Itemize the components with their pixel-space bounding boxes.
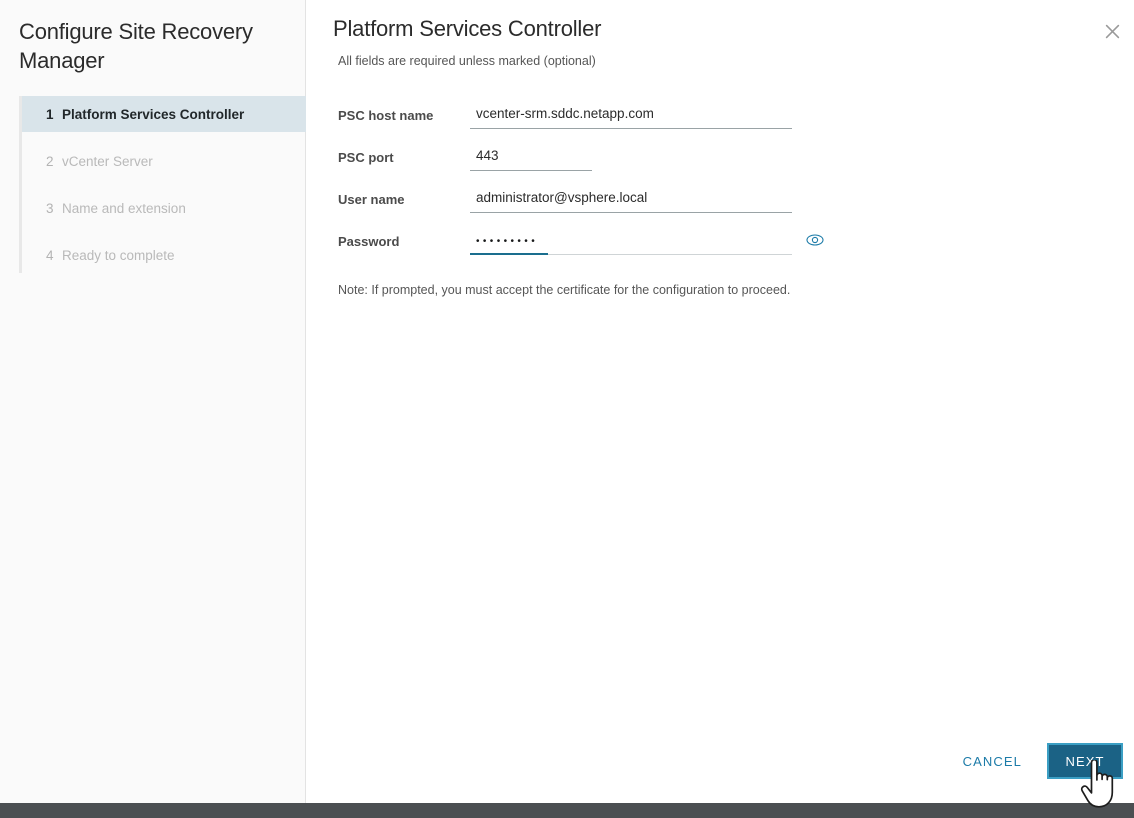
desktop-taskbar bbox=[0, 803, 1134, 818]
certificate-note: Note: If prompted, you must accept the c… bbox=[338, 282, 790, 299]
password-field-wrap: ••••••••• bbox=[470, 230, 792, 255]
psc-host-name-field-wrap bbox=[470, 104, 792, 129]
sidebar-step-vcenter-server[interactable]: 2 vCenter Server bbox=[22, 143, 306, 179]
password-input[interactable] bbox=[470, 230, 792, 255]
password-label: Password bbox=[338, 230, 470, 250]
psc-host-name-input[interactable] bbox=[470, 104, 792, 129]
next-button[interactable]: NEXT bbox=[1047, 743, 1123, 779]
required-fields-hint: All fields are required unless marked (o… bbox=[338, 54, 596, 68]
step-number: 2 bbox=[46, 154, 62, 169]
psc-port-input[interactable] bbox=[470, 146, 592, 171]
wizard-footer: CANCEL NEXT bbox=[307, 731, 1134, 803]
psc-connection-form: PSC host name PSC port User name bbox=[338, 104, 1128, 272]
wizard-title: Configure Site Recovery Manager bbox=[19, 17, 289, 75]
sidebar-step-platform-services-controller[interactable]: 1 Platform Services Controller bbox=[22, 96, 306, 132]
user-name-label: User name bbox=[338, 188, 470, 208]
user-name-input[interactable] bbox=[470, 188, 792, 213]
close-icon[interactable] bbox=[1098, 17, 1126, 45]
wizard-step-list: 1 Platform Services Controller 2 vCenter… bbox=[19, 96, 306, 273]
psc-port-field-wrap bbox=[470, 146, 592, 171]
cancel-button[interactable]: CANCEL bbox=[952, 746, 1033, 776]
step-number: 4 bbox=[46, 248, 62, 263]
wizard-sidebar: Configure Site Recovery Manager 1 Platfo… bbox=[0, 0, 306, 803]
step-number: 3 bbox=[46, 201, 62, 216]
psc-port-label: PSC port bbox=[338, 146, 470, 166]
form-row-password: Password ••••••••• bbox=[338, 230, 1128, 272]
step-label: Ready to complete bbox=[62, 248, 175, 263]
step-number: 1 bbox=[46, 107, 62, 122]
password-focus-underline bbox=[470, 253, 548, 255]
step-label: Name and extension bbox=[62, 201, 186, 216]
page-title: Platform Services Controller bbox=[333, 14, 601, 43]
form-row-psc-host-name: PSC host name bbox=[338, 104, 1128, 146]
sidebar-step-name-and-extension[interactable]: 3 Name and extension bbox=[22, 190, 306, 226]
form-row-psc-port: PSC port bbox=[338, 146, 1128, 188]
user-name-field-wrap bbox=[470, 188, 792, 213]
sidebar-step-ready-to-complete[interactable]: 4 Ready to complete bbox=[22, 237, 306, 273]
step-label: vCenter Server bbox=[62, 154, 153, 169]
configure-srm-wizard: Configure Site Recovery Manager 1 Platfo… bbox=[0, 0, 1134, 818]
eye-icon[interactable] bbox=[804, 230, 826, 250]
form-row-user-name: User name bbox=[338, 188, 1128, 230]
wizard-main-panel: Platform Services Controller All fields … bbox=[307, 0, 1134, 803]
psc-host-name-label: PSC host name bbox=[338, 104, 470, 124]
step-label: Platform Services Controller bbox=[62, 107, 244, 122]
